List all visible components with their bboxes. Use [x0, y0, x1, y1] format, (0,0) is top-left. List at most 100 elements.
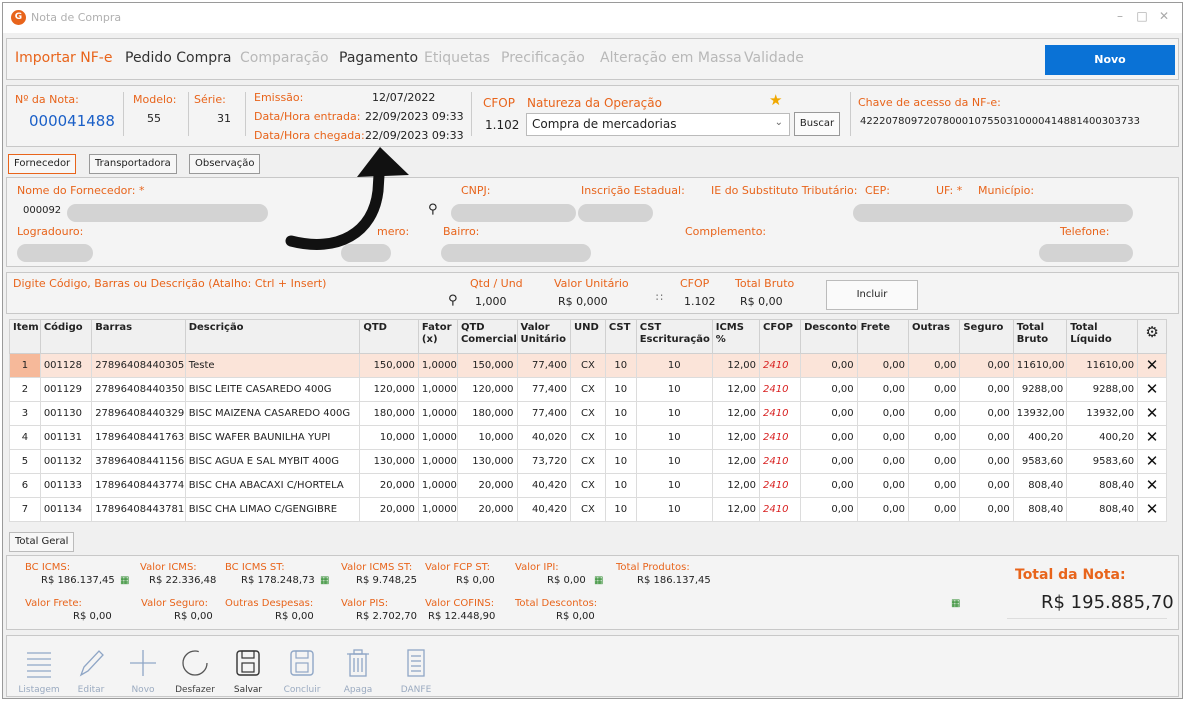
detail-tree-icon[interactable]: ▦ — [120, 575, 129, 586]
delete-row-icon[interactable]: ✕ — [1137, 401, 1167, 426]
column-header[interactable]: Outras — [907, 319, 961, 354]
detail-tree-icon[interactable]: ▦ — [320, 575, 329, 586]
maximize-icon[interactable]: □ — [1133, 9, 1151, 23]
fornecedor-nome-field[interactable] — [67, 204, 268, 222]
salvar-button[interactable]: Salvar — [220, 643, 276, 695]
menu-comparacao[interactable]: Comparação — [240, 50, 329, 66]
inscricao-estadual-field[interactable] — [578, 204, 653, 222]
favorite-star-icon[interactable]: ★ — [769, 91, 782, 109]
nota-number-value[interactable]: 000041488 — [29, 112, 115, 130]
column-header[interactable]: Descrição — [184, 319, 361, 354]
cnpj-field[interactable] — [451, 204, 576, 222]
buscar-button[interactable]: Buscar — [794, 112, 840, 136]
tab-observacao[interactable]: Observação — [189, 154, 261, 174]
column-header[interactable]: ICMS % — [711, 319, 761, 354]
table-row[interactable]: 2 001129 27896408440350 BISC LEITE CASAREDO… — [9, 377, 1167, 402]
column-header[interactable]: Seguro — [959, 319, 1014, 354]
column-header[interactable]: Item — [9, 319, 41, 354]
delete-row-icon[interactable]: ✕ — [1137, 353, 1167, 378]
editar-button[interactable]: Editar — [63, 643, 119, 695]
item-search-icon[interactable]: ⚲ — [448, 293, 458, 308]
table-row[interactable]: 5 001132 37896408441156 BISC AGUA E SAL MYB… — [9, 449, 1167, 474]
table-cell: 0,00 — [800, 377, 858, 402]
column-header[interactable]: Total Líquido — [1066, 319, 1139, 354]
delete-row-icon[interactable]: ✕ — [1137, 473, 1167, 498]
modelo-value[interactable]: 55 — [147, 112, 161, 125]
menu-etiquetas[interactable]: Etiquetas — [424, 50, 490, 66]
desfazer-button[interactable]: Desfazer — [167, 643, 223, 695]
delete-row-icon[interactable]: ✕ — [1137, 425, 1167, 450]
chegada-value[interactable]: 22/09/2023 09:33 — [365, 129, 464, 142]
column-header[interactable]: Frete — [856, 319, 909, 354]
incluir-button[interactable]: Incluir — [826, 280, 918, 310]
table-row[interactable]: 4 001131 17896408441763 BISC WAFER BAUNILHA… — [9, 425, 1167, 450]
table-row[interactable]: 6 001133 17896408443774 BISC CHA ABACAXI C/… — [9, 473, 1167, 498]
telefone-field[interactable] — [1039, 244, 1133, 262]
window-title: Nota de Compra — [31, 11, 122, 24]
logradouro-field[interactable] — [17, 244, 93, 262]
chave-acesso-value[interactable]: 4222078097207800010755031000041488140030… — [860, 116, 1140, 127]
column-header[interactable]: CST Escrituração — [635, 319, 713, 354]
tab-fornecedor[interactable]: Fornecedor — [8, 154, 77, 174]
column-header[interactable]: Valor Unitário — [516, 319, 571, 354]
column-header[interactable]: CFOP — [758, 319, 802, 354]
delete-row-icon[interactable]: ✕ — [1137, 377, 1167, 402]
column-header[interactable]: UND — [569, 319, 606, 354]
search-icon[interactable]: ⚲ — [428, 202, 438, 217]
emissao-value[interactable]: 12/07/2022 — [372, 91, 435, 104]
cfop-picker-icon[interactable]: ∷ — [656, 291, 663, 304]
menu-importar-nfe[interactable]: Importar NF-e — [15, 50, 112, 66]
bairro-field[interactable] — [441, 244, 591, 262]
column-header[interactable]: QTD Comercial — [456, 319, 518, 354]
table-row[interactable]: 1 001128 27896408440305 Teste 150,000 1,0000 1… — [9, 353, 1167, 378]
delete-row-icon[interactable]: ✕ — [1137, 449, 1167, 474]
entrada-value[interactable]: 22/09/2023 09:33 — [365, 110, 464, 123]
table-cell: 6 — [9, 473, 41, 498]
total-bruto-value[interactable]: R$ 0,00 — [740, 295, 783, 308]
close-icon[interactable]: ✕ — [1155, 9, 1173, 23]
listagem-button[interactable]: Listagem — [11, 643, 67, 695]
menu-precificacao[interactable]: Precificação — [501, 50, 585, 66]
column-header[interactable]: Fator (x) — [417, 319, 458, 354]
concluir-button[interactable]: Concluir — [274, 643, 330, 695]
column-header[interactable]: Total Bruto — [1012, 319, 1068, 354]
column-settings-icon[interactable]: ⚙ — [1137, 319, 1167, 354]
danfe-button[interactable]: DANFE — [388, 643, 444, 695]
fornecedor-codigo[interactable]: 000092 — [23, 205, 61, 216]
column-header[interactable]: CST — [604, 319, 637, 354]
column-header[interactable]: QTD — [359, 319, 419, 354]
menu-alteracao-em-massa[interactable]: Alteração em Massa — [600, 50, 742, 66]
table-cell: 11610,00 — [1066, 353, 1139, 378]
column-header[interactable]: Desconto — [800, 319, 858, 354]
valor-frete-label: Valor Frete: — [25, 598, 82, 609]
save-icon — [236, 650, 260, 676]
cep-uf-municipio-field[interactable] — [853, 204, 1133, 222]
table-cell: 17896408443774 — [91, 473, 186, 498]
table-row[interactable]: 7 001134 17896408443781 BISC CHA LIMAO C/GE… — [9, 497, 1167, 522]
column-header[interactable]: Código — [39, 319, 93, 354]
tab-total-geral[interactable]: Total Geral — [9, 532, 75, 552]
novo-button[interactable]: Novo — [1045, 45, 1175, 75]
delete-row-icon[interactable]: ✕ — [1137, 497, 1167, 522]
qtd-und-value[interactable]: 1,000 — [475, 295, 507, 308]
detail-tree-icon[interactable]: ▦ — [594, 575, 603, 586]
cnpj-label: CNPJ: — [461, 184, 491, 197]
table-cell: 12,00 — [711, 449, 761, 474]
column-header[interactable]: Barras — [91, 319, 186, 354]
minimize-icon[interactable]: – — [1111, 9, 1129, 23]
tab-transportadora[interactable]: Transportadora — [89, 154, 177, 174]
cfop-item-value[interactable]: 1.102 — [684, 295, 716, 308]
novo-toolbar-button[interactable]: Novo — [115, 643, 171, 695]
apaga-button[interactable]: Apaga — [330, 643, 386, 695]
menu-validade[interactable]: Validade — [744, 50, 804, 66]
table-cell: 1,0000 — [417, 425, 458, 450]
menu-pedido-compra[interactable]: Pedido Compra — [125, 50, 231, 66]
natureza-select[interactable]: Compra de mercadorias ⌄ — [526, 113, 790, 136]
detail-tree-icon[interactable]: ▦ — [951, 598, 960, 609]
table-cell: 9288,00 — [1012, 377, 1068, 402]
menu-pagamento[interactable]: Pagamento — [339, 50, 418, 66]
serie-value[interactable]: 31 — [217, 112, 231, 125]
cfop-header-value[interactable]: 1.102 — [485, 118, 519, 132]
valor-unitario-value[interactable]: R$ 0,000 — [558, 295, 608, 308]
table-row[interactable]: 3 001130 27896408440329 BISC MAIZENA CASARE… — [9, 401, 1167, 426]
